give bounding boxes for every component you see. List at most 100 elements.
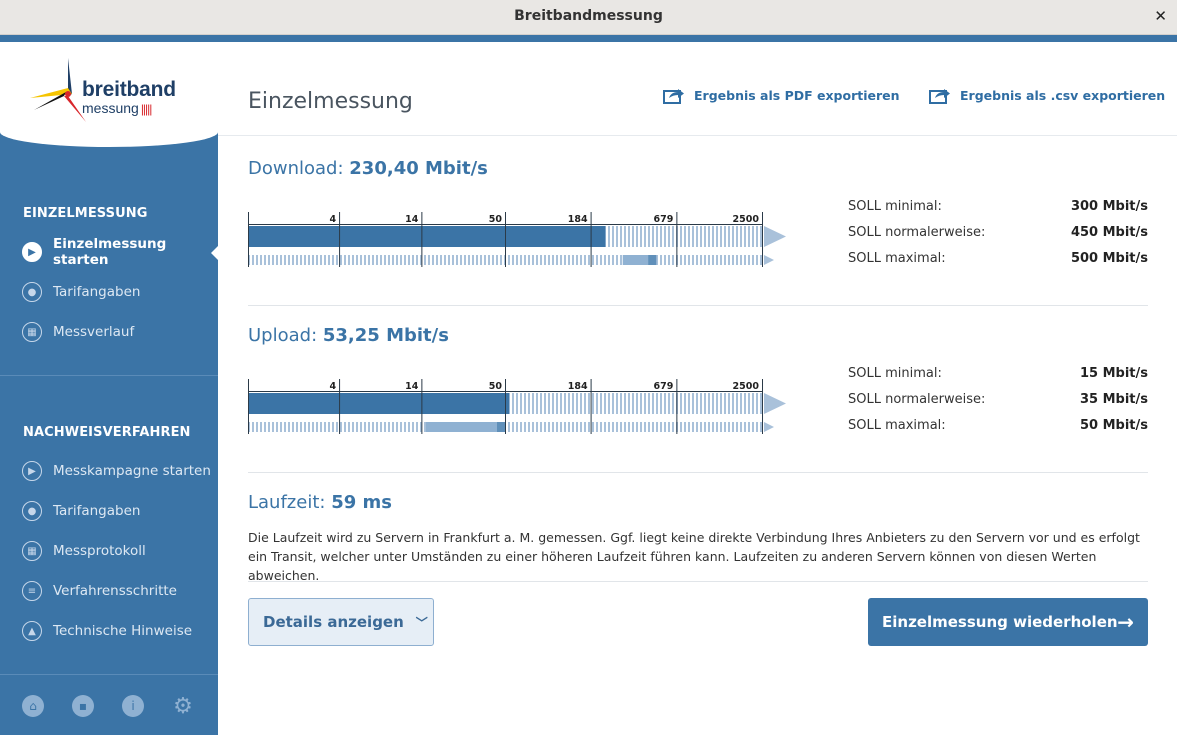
section-nachweisverfahren: NACHWEISVERFAHREN (23, 425, 191, 440)
stripe (756, 226, 758, 247)
stripe (644, 393, 646, 414)
stripe (664, 393, 666, 414)
stripe (336, 422, 338, 432)
stripe (756, 422, 758, 432)
soll-value: 450 Mbit/s (1070, 225, 1148, 240)
export-csv-link[interactable]: Ergebnis als .csv exportieren (929, 86, 1165, 104)
stripe (552, 255, 554, 265)
stripe (644, 422, 646, 432)
stripe (680, 422, 682, 432)
stripe (372, 422, 374, 432)
upload-soll-table: SOLL minimal: 15 Mbit/s SOLL normalerweis… (848, 366, 1148, 444)
stripe (664, 422, 666, 432)
sidebar-item-messverlauf[interactable]: ▦ Messverlauf (22, 320, 212, 344)
stripe (716, 255, 718, 265)
sidebar-item-label: Einzelmessung starten (53, 236, 167, 268)
stripe (348, 422, 350, 432)
stripe (564, 393, 566, 414)
stripe (288, 422, 290, 432)
stripe (564, 255, 566, 265)
stripe (760, 255, 762, 265)
sidebar-item-messprotokoll[interactable]: ▦ Messprotokoll (22, 539, 212, 563)
stripe (556, 422, 558, 432)
stripe (716, 226, 718, 247)
stripe (516, 393, 518, 414)
stripe (636, 226, 638, 247)
soll-row: SOLL minimal: 300 Mbit/s (848, 199, 1148, 225)
tick-label: 679 (654, 214, 674, 225)
stripe (324, 255, 326, 265)
stripe (716, 393, 718, 414)
stripe (740, 255, 742, 265)
stripe (580, 422, 582, 432)
soll-value: 300 Mbit/s (1070, 199, 1148, 214)
gear-icon[interactable]: ⚙ (172, 694, 194, 719)
close-icon[interactable]: ✕ (1154, 7, 1167, 25)
stripe (648, 226, 650, 247)
stripe (720, 393, 722, 414)
logo-area: breitband messung ||||| (0, 42, 218, 147)
repeat-measurement-button[interactable]: Einzelmessung wiederholen → (868, 598, 1148, 646)
stripe (472, 255, 474, 265)
tick-line (762, 212, 763, 267)
stripe (612, 422, 614, 432)
stripe (732, 422, 734, 432)
stripe (560, 393, 562, 414)
logo-mark-icon (30, 58, 86, 122)
chat-icon[interactable]: ▪ (72, 695, 94, 717)
play-icon: ▶ (22, 461, 42, 481)
stripe (688, 255, 690, 265)
stripe (572, 393, 574, 414)
stripe (468, 255, 470, 265)
stripe (556, 255, 558, 265)
stripe (744, 422, 746, 432)
stripe (252, 255, 254, 265)
stripe (424, 422, 426, 432)
stripe (532, 422, 534, 432)
stripe (256, 422, 258, 432)
tick-line (421, 379, 423, 434)
download-label: Download: (248, 158, 344, 179)
stripe (580, 393, 582, 414)
stripe (528, 422, 530, 432)
active-indicator (211, 246, 218, 260)
soll-max-marker (497, 422, 505, 432)
export-icon (663, 89, 684, 104)
sidebar-item-technische-hinweise[interactable]: ▲ Technische Hinweise (22, 619, 212, 643)
stripe (604, 422, 606, 432)
sidebar-bottom-icons: ⌂ ▪ i ⚙ (0, 675, 218, 735)
sidebar-item-label: Technische Hinweise (53, 623, 193, 639)
sidebar-item-tarifangaben[interactable]: ● Tarifangaben (22, 280, 212, 304)
stripe (740, 393, 742, 414)
sidebar-item-tarifangaben-2[interactable]: ● Tarifangaben (22, 499, 212, 523)
stripe (376, 422, 378, 432)
info-icon[interactable]: i (122, 695, 144, 717)
stripe (404, 255, 406, 265)
sidebar-item-verfahrensschritte[interactable]: ≡ Verfahrensschritte (22, 579, 212, 603)
tick-label: 2500 (733, 381, 760, 392)
stripe (656, 422, 658, 432)
stripe (408, 422, 410, 432)
stripe (356, 422, 358, 432)
home-icon[interactable]: ⌂ (22, 695, 44, 717)
stripe (412, 422, 414, 432)
stripe (404, 422, 406, 432)
latency-value: 59 ms (331, 492, 392, 513)
export-pdf-link[interactable]: Ergebnis als PDF exportieren (663, 86, 900, 104)
stripe (520, 422, 522, 432)
stripe (760, 422, 762, 432)
stripe (512, 393, 514, 414)
stripe (752, 422, 754, 432)
stripe (460, 255, 462, 265)
stripe (748, 255, 750, 265)
stripe (568, 422, 570, 432)
gauge-arrow (764, 393, 786, 414)
details-button[interactable]: Details anzeigen ﹀ (248, 598, 434, 646)
sidebar-item-einzelmessung-starten[interactable]: ▶ Einzelmessung starten (22, 236, 212, 268)
stripe (700, 255, 702, 265)
sidebar-item-messkampagne-starten[interactable]: ▶ Messkampagne starten (22, 459, 212, 483)
download-soll-table: SOLL minimal: 300 Mbit/s SOLL normalerwei… (848, 199, 1148, 277)
stripe (624, 226, 626, 247)
stripe (512, 255, 514, 265)
stripe (392, 255, 394, 265)
